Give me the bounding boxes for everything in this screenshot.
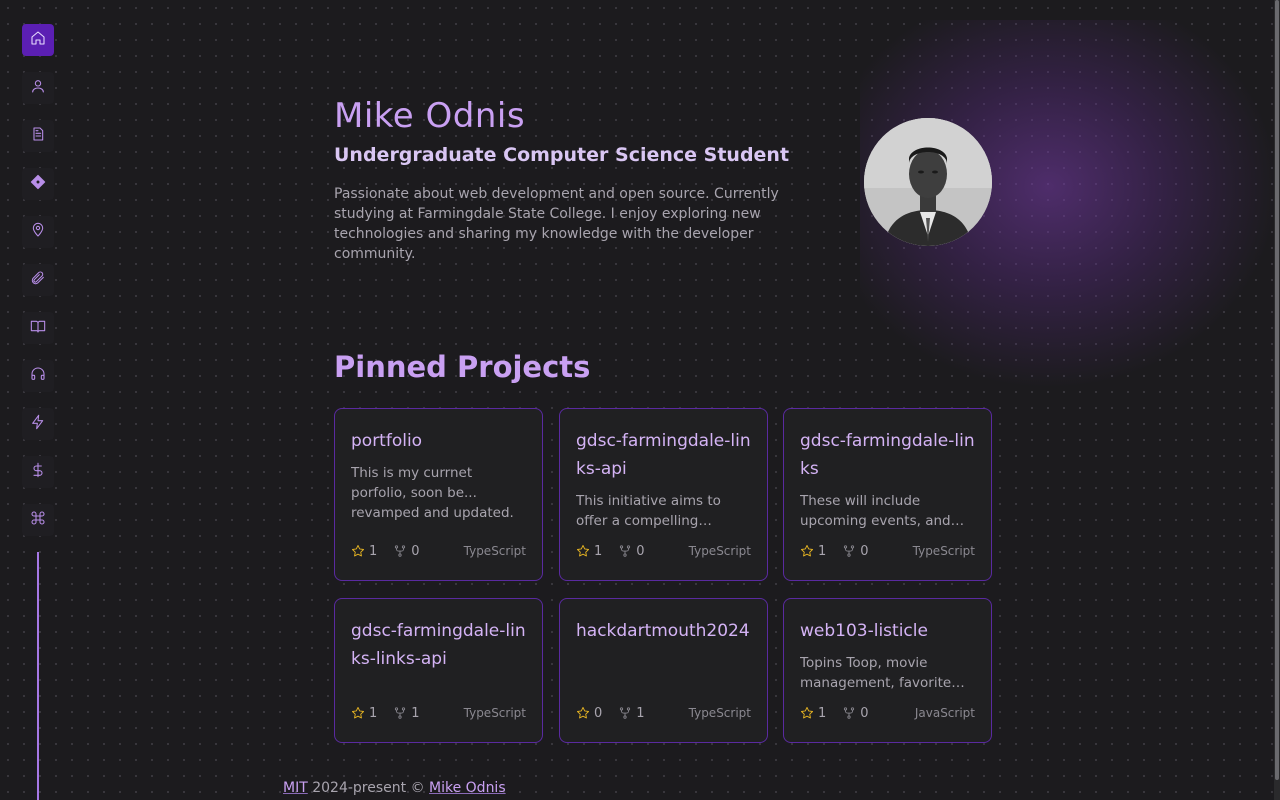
hero-bio: Passionate about web development and ope…	[334, 186, 779, 262]
star-count: 1	[800, 544, 826, 559]
project-card[interactable]: hackdartmouth2024 0 1 TypeScript	[559, 598, 768, 743]
project-description: These will include upcoming events, and …	[800, 493, 951, 529]
nav-projects[interactable]	[22, 168, 54, 200]
project-name: gdsc-farmingdale-links-links-api	[351, 621, 526, 669]
nav-about[interactable]	[22, 72, 54, 104]
star-icon	[576, 544, 590, 557]
nav-resume[interactable]	[22, 120, 54, 152]
nav-activity[interactable]	[22, 408, 54, 440]
star-icon	[800, 544, 814, 557]
dollar-icon	[30, 462, 46, 482]
document-icon	[30, 126, 46, 146]
star-icon	[800, 706, 814, 719]
fork-count: 0	[393, 544, 420, 559]
author-link[interactable]: Mike Odnis	[429, 780, 506, 796]
fork-icon	[844, 707, 855, 719]
fork-count: 0	[842, 544, 869, 559]
project-description: Topins Toop, movie management, favorite …	[800, 655, 952, 691]
project-name: portfolio	[351, 431, 423, 451]
project-description: This is my currnet porfolio, soon be... …	[351, 465, 514, 521]
fork-icon	[620, 545, 631, 557]
project-meta: 1 0 TypeScript	[351, 542, 526, 560]
nav-location[interactable]	[22, 216, 54, 248]
fork-icon	[844, 545, 855, 557]
user-icon	[30, 78, 46, 98]
nav-sponsor[interactable]	[22, 456, 54, 488]
project-language: TypeScript	[463, 706, 526, 720]
project-meta: 1 0 JavaScript	[800, 704, 975, 722]
map-pin-icon	[30, 222, 46, 242]
project-meta: 1 0 TypeScript	[576, 542, 751, 560]
project-language: TypeScript	[463, 544, 526, 558]
star-icon	[576, 706, 590, 719]
fork-count: 1	[618, 706, 645, 721]
project-name: hackdartmouth2024	[576, 621, 750, 641]
nav-attachments[interactable]	[22, 264, 54, 296]
nav-music[interactable]	[22, 360, 54, 392]
fork-count: 0	[842, 706, 869, 721]
project-language: TypeScript	[912, 544, 975, 558]
lightning-icon	[30, 414, 46, 434]
fork-icon	[395, 707, 406, 719]
star-count: 1	[576, 544, 602, 559]
command-icon	[30, 510, 46, 530]
star-icon	[351, 544, 365, 557]
headphones-icon	[30, 366, 46, 386]
footer-years: 2024-present ©	[307, 780, 430, 796]
diamond-icon	[30, 174, 46, 194]
nav-command[interactable]	[22, 504, 54, 536]
home-icon	[30, 30, 46, 50]
scrollbar-thumb[interactable]	[1275, 0, 1279, 780]
project-name: gdsc-farmingdale-links	[800, 431, 975, 479]
hero-name: Mike Odnis	[334, 96, 526, 136]
sidebar-divider-line	[37, 552, 39, 800]
page-scrollbar[interactable]	[1274, 0, 1280, 800]
hero-section: Mike Odnis Undergraduate Computer Scienc…	[334, 96, 794, 264]
hero-subtitle: Undergraduate Computer Science Student	[334, 144, 790, 166]
fork-count: 0	[618, 544, 645, 559]
project-card[interactable]: gdsc-farmingdale-links-links-api 1 1 Typ…	[334, 598, 543, 743]
star-count: 0	[576, 706, 602, 721]
project-name: web103-listicle	[800, 621, 928, 641]
project-language: JavaScript	[914, 706, 975, 720]
avatar	[864, 118, 992, 246]
book-open-icon	[30, 318, 46, 338]
project-description: This initiative aims to offer a compelli…	[576, 493, 721, 529]
paperclip-icon	[30, 270, 46, 290]
fork-icon	[620, 707, 631, 719]
fork-icon	[395, 545, 406, 557]
star-count: 1	[351, 544, 377, 559]
pinned-projects-heading: Pinned Projects	[334, 350, 591, 384]
project-name: gdsc-farmingdale-links-api	[576, 431, 751, 479]
project-card[interactable]: portfolio This is my currnet porfolio, s…	[334, 408, 543, 581]
star-count: 1	[351, 706, 377, 721]
project-meta: 0 1 TypeScript	[576, 704, 751, 722]
project-meta: 1 1 TypeScript	[351, 704, 526, 722]
sidebar-nav	[22, 24, 54, 552]
nav-reading[interactable]	[22, 312, 54, 344]
nav-home[interactable]	[22, 24, 54, 56]
project-language: TypeScript	[688, 544, 751, 558]
star-icon	[351, 706, 365, 719]
project-meta: 1 0 TypeScript	[800, 542, 975, 560]
star-count: 1	[800, 706, 826, 721]
footer: MIT 2024-present © Mike Odnis	[283, 780, 506, 796]
project-card[interactable]: gdsc-farmingdale-links-api This initiati…	[559, 408, 768, 581]
fork-count: 1	[393, 706, 420, 721]
project-card[interactable]: gdsc-farmingdale-links These will includ…	[783, 408, 992, 581]
project-card[interactable]: web103-listicle Topins Toop, movie manag…	[783, 598, 992, 743]
license-link[interactable]: MIT	[283, 780, 308, 796]
project-language: TypeScript	[688, 706, 751, 720]
